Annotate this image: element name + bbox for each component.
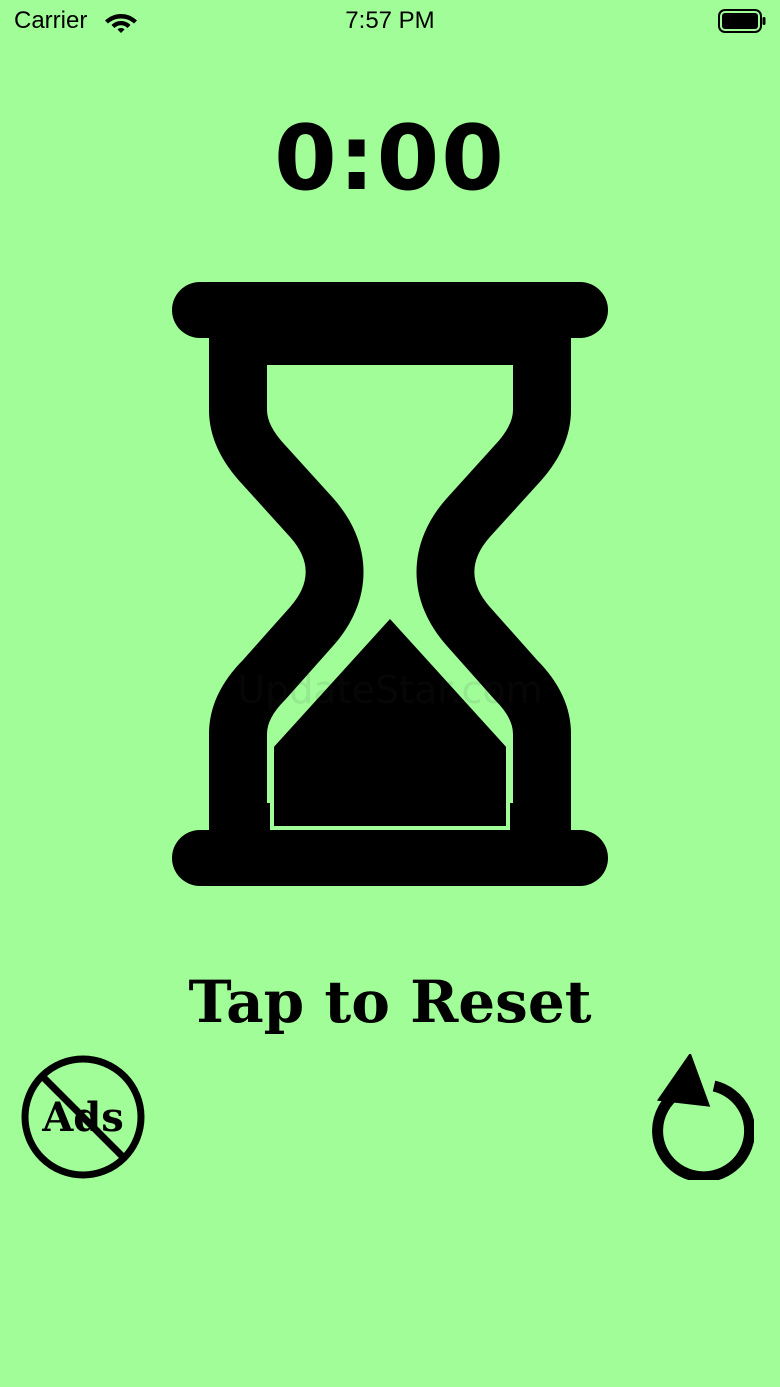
status-bar: Carrier 7:57 PM (0, 0, 780, 44)
timer-display: 0:00 (274, 106, 506, 211)
status-time: 7:57 PM (345, 7, 435, 34)
tap-to-reset-label[interactable]: Tap to Reset (0, 966, 780, 1038)
no-ads-button[interactable]: Ads (18, 1052, 148, 1182)
reset-arrow-icon (652, 1052, 756, 1183)
reset-button[interactable] (640, 1052, 756, 1183)
no-ads-icon: Ads (21, 1055, 145, 1179)
hourglass-icon[interactable] (172, 280, 608, 888)
battery-icon (718, 9, 766, 33)
